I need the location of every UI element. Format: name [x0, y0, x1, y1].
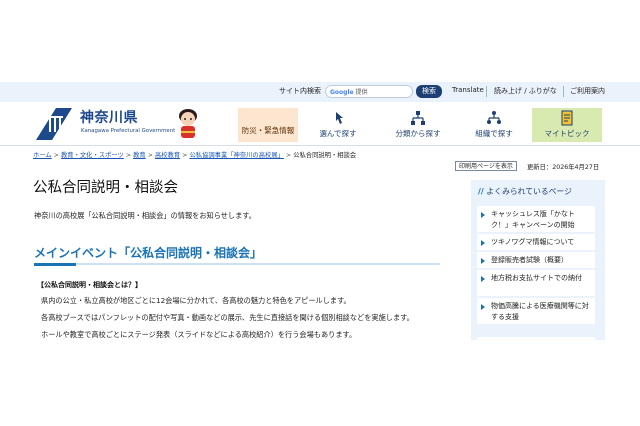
document-icon: [561, 110, 573, 126]
mascot-icon: [179, 109, 197, 138]
popular-page-link[interactable]: キャッシュレス版「かなトク！」キャンペーンの開始: [477, 206, 595, 232]
question-heading: 【公私合同説明・相談会とは？】: [37, 281, 142, 289]
prefecture-logo-icon[interactable]: [34, 106, 74, 142]
paragraph: 県内の公立・私立高校が地区ごとに12会場に分かれて、各高校の魅力と特色をアピール…: [41, 296, 351, 305]
nav-category-label: 分類から探す: [395, 129, 441, 138]
search-button[interactable]: 検索: [416, 85, 442, 98]
divider: [486, 86, 487, 97]
heading-underline: [34, 263, 440, 265]
nav-organization[interactable]: 組織で探す: [464, 108, 524, 142]
slash-icon: //: [478, 187, 484, 196]
nav-disaster-label: 防災・緊急情報: [241, 126, 295, 135]
popular-page-label: キャッシュレス版「かなトク！」キャンペーンの開始: [491, 210, 575, 229]
triangle-right-icon: [481, 258, 485, 264]
hierarchy-icon: [411, 111, 425, 125]
prefecture-subtitle: Kanagawa Prefectural Government: [81, 128, 176, 134]
popular-page-label: 地方税お支払サイトでの納付: [491, 274, 582, 282]
nav-choose[interactable]: 選んで探す: [310, 108, 366, 142]
breadcrumb: ホーム > 教育・文化・スポーツ > 教育 > 高校教育 > 公私協調事業「神奈川の高校展」 > 公…: [33, 150, 356, 159]
popular-page-link[interactable]: 地方税お支払サイトでの納付: [477, 270, 595, 296]
sidebar-next-panel: [477, 337, 595, 343]
popular-page-label: ツキノワグマ情報について: [491, 238, 575, 246]
triangle-right-icon: [481, 276, 485, 282]
search-input[interactable]: Google 提供: [325, 85, 413, 98]
popular-pages-title: // よくみられているページ: [478, 186, 572, 197]
heading-accent: [34, 263, 76, 266]
divider: [563, 86, 564, 97]
breadcrumb-education[interactable]: 教育: [133, 152, 146, 159]
popular-page-link[interactable]: ツキノワグマ情報について: [477, 234, 595, 250]
breadcrumb-highschool[interactable]: 高校教育: [155, 152, 180, 159]
breadcrumb-separator: >: [147, 152, 153, 159]
popular-page-label: 物価高騰による医療機関等に対する支援: [491, 302, 589, 321]
breadcrumb-separator: >: [125, 152, 132, 159]
nav-mytopic-label: マイトピック: [544, 129, 590, 138]
organization-icon: [487, 111, 501, 124]
breadcrumb-expo[interactable]: 公私協調事業「神奈川の高校展」: [189, 152, 283, 159]
breadcrumb-education-culture[interactable]: 教育・文化・スポーツ: [61, 152, 124, 159]
prefecture-name[interactable]: 神奈川県: [80, 107, 138, 127]
popular-pages-title-text: よくみられているページ: [486, 187, 572, 196]
nav-category[interactable]: 分類から探す: [384, 108, 452, 142]
paragraph: ホールや教室で高校ごとにステージ発表（スライドなどによる高校紹介）を行う会場もあ…: [41, 330, 357, 339]
breadcrumb-current: 公私合同説明・相談会: [293, 152, 357, 159]
breadcrumb-home[interactable]: ホーム: [33, 152, 52, 159]
popular-page-link[interactable]: 物価高騰による医療機関等に対する支援: [477, 298, 595, 324]
paragraph: 各高校ブースではパンフレットの配付や写真・動画などの展示、先生に直接話を聞ける個…: [41, 313, 414, 322]
nav-choose-label: 選んで探す: [319, 129, 357, 138]
triangle-right-icon: [481, 240, 485, 246]
triangle-right-icon: [481, 304, 485, 310]
nav-organization-label: 組織で探す: [475, 129, 513, 138]
read-aloud-link[interactable]: 読み上げ / ふりがな: [494, 86, 557, 96]
google-brand: Google: [330, 89, 354, 96]
popular-page-link[interactable]: 登録販売者試験（概要）: [477, 252, 595, 268]
popular-page-label: 登録販売者試験（概要）: [491, 256, 568, 264]
section-heading: メインイベント「公私合同説明・相談会」: [34, 246, 263, 260]
pointer-icon: [336, 112, 343, 124]
breadcrumb-separator: >: [285, 152, 292, 159]
site-search-label: サイト内検索: [279, 87, 321, 95]
page-title: 公私合同説明・相談会: [33, 180, 178, 196]
page-intro: 神奈川の高校展「公私合同説明・相談会」の情報をお知らせします。: [34, 211, 256, 220]
translate-link[interactable]: Translate: [452, 86, 484, 94]
nav-disaster-info[interactable]: 防災・緊急情報: [238, 108, 298, 142]
triangle-right-icon: [481, 212, 485, 218]
usage-guide-link[interactable]: ご利用案内: [570, 86, 605, 96]
google-suffix: 提供: [355, 89, 368, 96]
updated-date: 更新日：2026年4月27日: [527, 164, 600, 171]
breadcrumb-separator: >: [182, 152, 188, 159]
nav-mytopic[interactable]: マイトピック: [532, 108, 602, 142]
print-page-button[interactable]: 印刷用ページを表示: [455, 161, 517, 171]
breadcrumb-separator: >: [53, 152, 59, 159]
